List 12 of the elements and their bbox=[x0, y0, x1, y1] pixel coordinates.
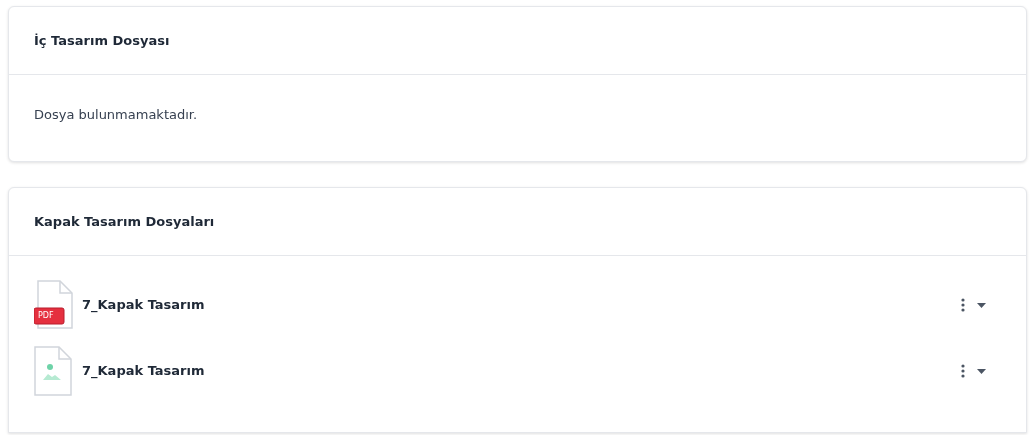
empty-message: Dosya bulunmamaktadır. bbox=[34, 107, 198, 122]
more-options-icon[interactable] bbox=[961, 364, 965, 378]
image-file-icon bbox=[34, 346, 72, 396]
more-options-icon[interactable] bbox=[961, 298, 965, 312]
caret-icon[interactable] bbox=[977, 368, 986, 374]
section-title: İç Tasarım Dosyası bbox=[34, 31, 170, 50]
file-name[interactable]: 7_Kapak Tasarım bbox=[82, 361, 961, 381]
file-name[interactable]: 7_Kapak Tasarım bbox=[82, 295, 961, 315]
section-title: Kapak Tasarım Dosyaları bbox=[34, 212, 215, 231]
caret-icon[interactable] bbox=[977, 302, 986, 308]
file-type-label: PDF bbox=[38, 312, 54, 320]
pdf-file-icon bbox=[34, 280, 76, 330]
